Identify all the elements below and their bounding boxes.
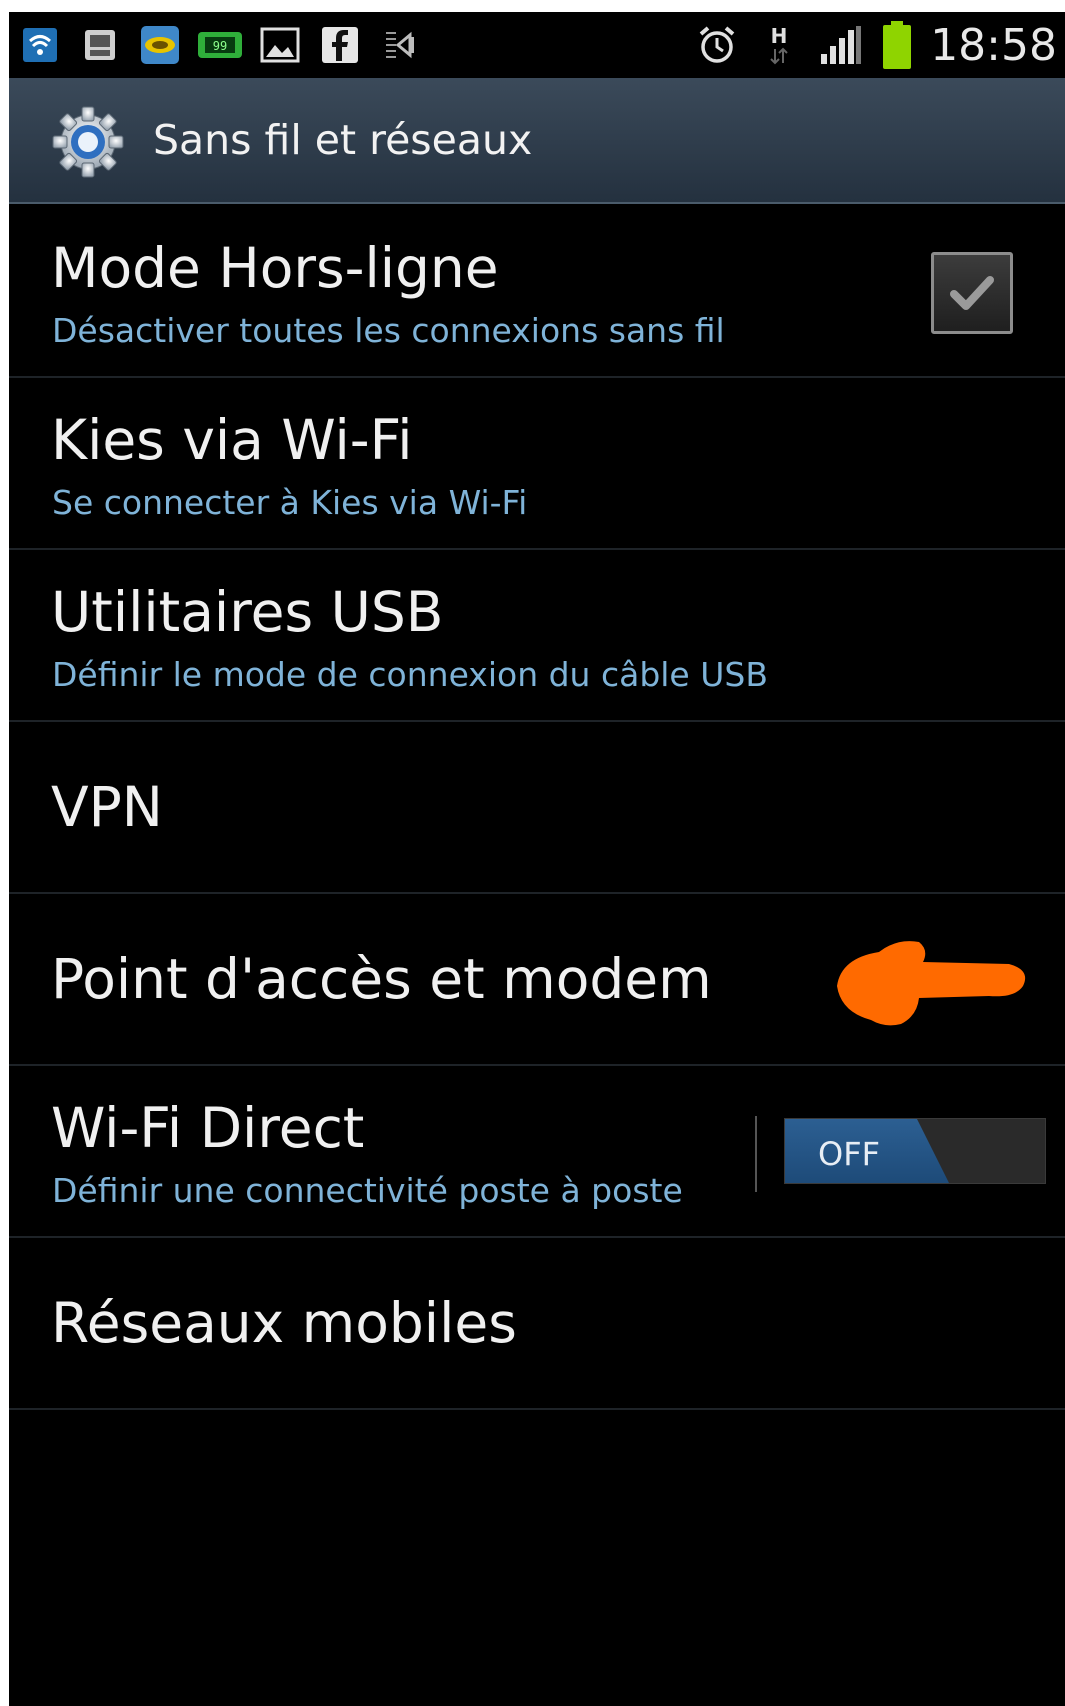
item-title: Kies via Wi-Fi xyxy=(51,408,413,472)
clock: 18:58 xyxy=(930,19,1057,71)
settings-gear-icon[interactable] xyxy=(49,103,127,181)
item-subtitle: Se connecter à Kies via Wi-Fi xyxy=(52,483,528,522)
notification-icons: 99 xyxy=(17,20,423,70)
status-bar: 99 H 18:58 xyxy=(9,12,1065,78)
svg-text:H: H xyxy=(771,24,788,48)
app-icon xyxy=(137,22,183,68)
item-title: VPN xyxy=(51,775,163,839)
action-bar: Sans fil et réseaux xyxy=(9,78,1065,204)
divider xyxy=(755,1116,757,1192)
item-title: Réseaux mobiles xyxy=(51,1291,517,1355)
item-title: Point d'accès et modem xyxy=(51,947,712,1011)
settings-list: Mode Hors-ligne Désactiver toutes les co… xyxy=(9,206,1065,1410)
list-item-hotspot[interactable]: Point d'accès et modem xyxy=(9,894,1065,1066)
svg-text:99: 99 xyxy=(213,39,227,53)
item-subtitle: Définir le mode de connexion du câble US… xyxy=(52,655,768,694)
checkmark-icon xyxy=(950,276,994,310)
list-item-usb-utilities[interactable]: Utilitaires USB Définir le mode de conne… xyxy=(9,550,1065,722)
system-status-icons: H 18:58 xyxy=(694,18,1057,72)
toggle-label: OFF xyxy=(818,1135,880,1173)
battery-99-icon: 99 xyxy=(197,22,243,68)
usb-debug-icon xyxy=(377,22,423,68)
item-title: Wi-Fi Direct xyxy=(51,1096,365,1160)
alarm-icon xyxy=(694,22,740,68)
list-item-airplane-mode[interactable]: Mode Hors-ligne Désactiver toutes les co… xyxy=(9,206,1065,378)
airplane-mode-checkbox[interactable] xyxy=(931,252,1013,334)
hsdpa-icon: H xyxy=(756,22,802,68)
item-title: Mode Hors-ligne xyxy=(51,236,499,300)
wifi-direct-toggle[interactable]: OFF xyxy=(784,1118,1046,1184)
list-item-wifi-direct[interactable]: Wi-Fi Direct Définir une connectivité po… xyxy=(9,1066,1065,1238)
wifi-icon xyxy=(17,22,63,68)
signal-icon xyxy=(818,22,864,68)
battery-icon xyxy=(880,21,914,69)
picture-icon xyxy=(257,22,303,68)
item-subtitle: Désactiver toutes les connexions sans fi… xyxy=(52,311,725,350)
page-title: Sans fil et réseaux xyxy=(153,116,533,164)
list-item-kies-wifi[interactable]: Kies via Wi-Fi Se connecter à Kies via W… xyxy=(9,378,1065,550)
facebook-icon xyxy=(317,22,363,68)
list-item-mobile-networks[interactable]: Réseaux mobiles xyxy=(9,1238,1065,1410)
orange-arrow-icon xyxy=(837,941,1026,1026)
item-subtitle: Définir une connectivité poste à poste xyxy=(52,1171,683,1210)
item-title: Utilitaires USB xyxy=(51,580,444,644)
phone-screen: 99 H 18:58 Sans fil et réseaux Mode Hors… xyxy=(9,12,1065,1706)
sim-3g-icon xyxy=(77,22,123,68)
list-item-vpn[interactable]: VPN xyxy=(9,722,1065,894)
